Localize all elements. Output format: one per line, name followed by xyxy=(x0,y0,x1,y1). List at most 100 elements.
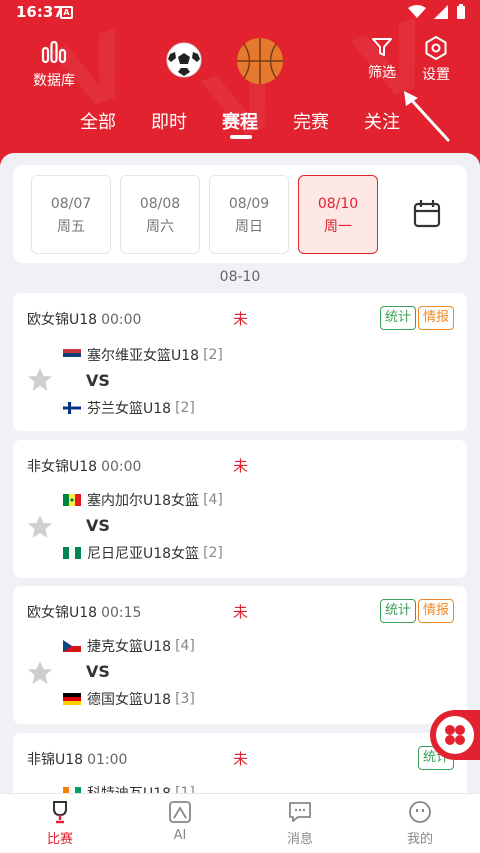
favorite-star-icon[interactable] xyxy=(27,367,53,393)
date-item[interactable]: 08/09 周日 xyxy=(209,175,289,254)
match-status: 未 xyxy=(233,750,249,768)
tab-finished[interactable]: 完赛 xyxy=(293,108,329,134)
germany-flag-icon xyxy=(63,693,81,705)
signal-icon xyxy=(434,5,448,19)
away-team-name: 尼日尼亚U18女篮 xyxy=(87,546,200,562)
status-time: 16:37 xyxy=(16,3,64,21)
match-status: 未 xyxy=(233,310,249,328)
tab-live[interactable]: 即时 xyxy=(151,108,187,134)
top-header: V V V 16:37 A 数据库 筛选 设置 全部 即时 赛程 完赛 关注 xyxy=(0,0,480,165)
league-name: 非锦U18 xyxy=(27,752,84,768)
league-name: 欧女锦U18 xyxy=(27,605,98,621)
filter-icon xyxy=(372,38,392,56)
away-team-rank: [2] xyxy=(175,400,195,416)
home-team: 塞尔维亚女篮U18 [2] xyxy=(63,345,223,365)
nav-ai[interactable]: AI xyxy=(140,800,220,843)
database-icon xyxy=(41,40,67,64)
settings-button[interactable]: 设置 xyxy=(420,36,452,84)
date-text: 08/10 xyxy=(317,196,359,212)
home-team-name: 塞内加尔U18女篮 xyxy=(87,493,200,509)
vs-label: VS xyxy=(86,662,110,681)
calendar-icon[interactable] xyxy=(413,199,441,229)
stats-tag[interactable]: 统计 xyxy=(380,599,417,623)
basketball-icon[interactable] xyxy=(235,36,285,86)
league-name: 欧女锦U18 xyxy=(27,312,98,328)
away-team: 德国女篮U18 [3] xyxy=(63,689,195,709)
match-card[interactable]: 欧女锦U18 00:00 未 统计 情报 塞尔维亚女篮U18 [2] VS 芬兰女篮… xyxy=(13,293,467,431)
vs-label: VS xyxy=(86,516,110,535)
czech-flag-icon xyxy=(63,640,81,652)
favorite-star-icon[interactable] xyxy=(27,660,53,686)
nav-matches[interactable]: 比赛 xyxy=(20,800,100,847)
league-name: 非女锦U18 xyxy=(27,459,98,475)
match-status: 未 xyxy=(233,603,249,621)
stats-tag[interactable]: 统计 xyxy=(380,306,417,330)
match-card[interactable]: 欧女锦U18 00:15 未 统计 情报 捷克女篮U18 [4] VS 德国女篮U1… xyxy=(13,586,467,724)
away-team-rank: [2] xyxy=(203,545,223,561)
nav-label: AI xyxy=(173,828,187,843)
away-team: 芬兰女篮U18 [2] xyxy=(63,398,195,418)
info-tag[interactable]: 情报 xyxy=(418,599,455,623)
date-item[interactable]: 08/08 周六 xyxy=(120,175,200,254)
tab-following[interactable]: 关注 xyxy=(364,108,400,134)
database-button[interactable]: 数据库 xyxy=(32,38,76,90)
main-content: 08/07 周五 08/08 周六 08/09 周日 08/10 周一 08-1… xyxy=(0,153,480,793)
profile-face-icon xyxy=(409,801,431,823)
trophy-icon xyxy=(53,801,67,824)
match-card[interactable]: 非女锦U18 00:00 未 塞内加尔U18女篮 [4] VS 尼日尼亚U18女篮[… xyxy=(13,440,467,578)
home-team: 科特迪瓦U18 [1] xyxy=(63,783,195,793)
status-bar: 16:37 A xyxy=(0,0,480,26)
date-selector: 08/07 周五 08/08 周六 08/09 周日 08/10 周一 xyxy=(13,165,467,263)
match-time: 01:00 xyxy=(87,752,128,768)
info-tag[interactable]: 情报 xyxy=(418,306,455,330)
home-team: 捷克女篮U18 [4] xyxy=(63,636,195,656)
wifi-icon xyxy=(408,5,426,18)
floating-menu-inner xyxy=(434,714,476,756)
floating-menu-button[interactable] xyxy=(430,710,480,760)
weekday-text: 周一 xyxy=(324,219,352,235)
match-time: 00:00 xyxy=(101,459,142,475)
nav-profile[interactable]: 我的 xyxy=(380,800,460,847)
battery-icon xyxy=(457,4,465,19)
date-item-selected[interactable]: 08/10 周一 xyxy=(298,175,378,254)
ai-icon xyxy=(169,801,191,823)
weekday-text: 周五 xyxy=(57,219,85,235)
section-date-header: 08-10 xyxy=(219,269,261,285)
date-text: 08/07 xyxy=(50,196,92,212)
date-text: 08/09 xyxy=(228,196,270,212)
away-team-name: 德国女篮U18 xyxy=(87,692,172,708)
filter-button[interactable]: 筛选 xyxy=(366,36,398,82)
favorite-star-icon[interactable] xyxy=(27,514,53,540)
date-item[interactable]: 08/07 周五 xyxy=(31,175,111,254)
match-card[interactable]: 非锦U1801:00 未 统计 科特迪瓦U18[1] xyxy=(13,733,467,793)
settings-label: 设置 xyxy=(422,67,450,83)
home-team-name: 捷克女篮U18 xyxy=(87,639,172,655)
nav-label: 比赛 xyxy=(46,832,73,847)
match-time: 00:15 xyxy=(101,605,142,621)
nigeria-flag-icon xyxy=(63,547,81,559)
home-team-rank: [4] xyxy=(175,638,195,654)
home-team-rank: [4] xyxy=(203,492,223,508)
category-tabs: 全部 即时 赛程 完赛 关注 xyxy=(0,108,480,138)
league-info: 非锦U18 01:00 xyxy=(27,749,127,769)
football-icon[interactable] xyxy=(166,42,202,78)
league-info: 欧女锦U18 00:15 xyxy=(27,602,141,622)
weekday-text: 周日 xyxy=(235,219,263,235)
serbia-flag-icon xyxy=(63,349,81,361)
nav-messages[interactable]: 消息 xyxy=(260,800,340,847)
home-team: 塞内加尔U18女篮 [4] xyxy=(63,490,223,510)
league-info: 欧女锦U18 00:00 xyxy=(27,309,141,329)
clover-menu-icon xyxy=(445,725,465,745)
tab-schedule[interactable]: 赛程 xyxy=(222,108,258,134)
date-text: 08/08 xyxy=(139,196,181,212)
home-team-name: 科特迪瓦U18 xyxy=(87,783,171,793)
nav-label: 消息 xyxy=(286,832,313,847)
weekday-text: 周六 xyxy=(146,219,174,235)
tab-all[interactable]: 全部 xyxy=(80,108,116,134)
vs-label: VS xyxy=(86,371,110,390)
status-icons xyxy=(408,4,466,20)
match-time: 00:00 xyxy=(101,312,142,328)
database-label: 数据库 xyxy=(33,73,75,89)
away-team-rank: [3] xyxy=(175,691,195,707)
bottom-navigation: 比赛 AI 消息 我的 xyxy=(0,793,480,853)
